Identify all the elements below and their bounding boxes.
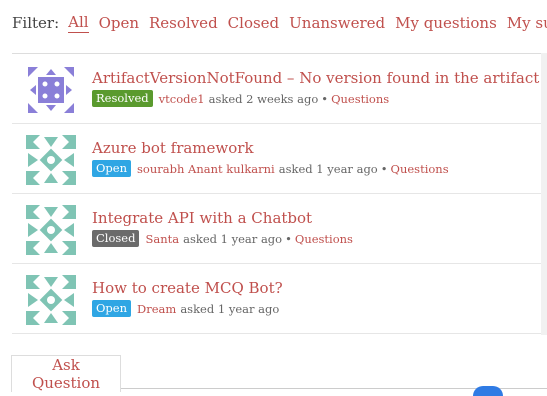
asked-time: asked 1 year ago [278, 161, 378, 176]
user-link[interactable]: sourabh Anant kulkarni [137, 162, 275, 176]
question-title-link[interactable]: How to create MCQ Bot? [92, 279, 547, 297]
status-badge: Closed [92, 230, 140, 247]
asked-time: asked 1 year ago [180, 301, 280, 316]
filter-label: Filter: [12, 14, 60, 32]
question-meta: Open sourabh Anant kulkarni asked 1 year… [92, 160, 547, 177]
question-list: ArtifactVersionNotFound – No version fou… [12, 53, 547, 335]
user-link[interactable]: Santa [145, 232, 179, 246]
asked-time: asked 2 weeks ago [208, 91, 319, 106]
filter-all[interactable]: All [68, 13, 89, 33]
asked-time: asked 1 year ago [183, 231, 283, 246]
filter-bar: Filter: All Open Resolved Closed Unanswe… [0, 0, 547, 46]
filter-closed[interactable]: Closed [228, 14, 279, 32]
meta-separator: • [321, 91, 329, 106]
question-row: Azure bot framework Open sourabh Anant k… [12, 124, 547, 194]
user-link[interactable]: Dream [137, 302, 176, 316]
question-title-link[interactable]: Integrate API with a Chatbot [92, 209, 547, 227]
question-row: Integrate API with a Chatbot Closed Sant… [12, 194, 547, 264]
meta-separator: • [285, 231, 292, 246]
ask-question-button[interactable]: Ask Question [11, 355, 121, 392]
teal-pattern-avatar-icon[interactable] [26, 135, 76, 185]
question-title-link[interactable]: ArtifactVersionNotFound – No version fou… [92, 69, 547, 87]
teal-pattern-avatar-icon[interactable] [26, 205, 76, 255]
user-link[interactable]: vtcode1 [159, 92, 205, 106]
question-meta: Open Dream asked 1 year ago [92, 300, 547, 317]
category-link[interactable]: Questions [391, 162, 449, 176]
filter-unanswered[interactable]: Unanswered [289, 14, 385, 32]
filter-my-subscribes[interactable]: My subscribes [507, 14, 547, 32]
filter-my-questions[interactable]: My questions [395, 14, 497, 32]
panel-edge [541, 53, 547, 335]
category-link[interactable]: Questions [331, 92, 389, 106]
question-body: How to create MCQ Bot? Open Dream asked … [92, 279, 547, 317]
status-badge: Open [92, 160, 132, 177]
question-body: Azure bot framework Open sourabh Anant k… [92, 139, 547, 177]
meta-separator: • [380, 161, 388, 176]
question-body: ArtifactVersionNotFound – No version fou… [92, 69, 547, 107]
question-row: How to create MCQ Bot? Open Dream asked … [12, 264, 547, 334]
status-badge: Resolved [92, 90, 153, 107]
question-title-link[interactable]: Azure bot framework [92, 139, 547, 157]
status-badge: Open [92, 300, 132, 317]
question-meta: Closed Santa asked 1 year ago • Question… [92, 230, 547, 247]
filter-open[interactable]: Open [99, 14, 139, 32]
chat-launcher-icon[interactable] [473, 386, 503, 396]
question-meta: Resolved vtcode1 asked 2 weeks ago • Que… [92, 90, 547, 107]
teal-pattern-avatar-icon[interactable] [26, 275, 76, 325]
question-body: Integrate API with a Chatbot Closed Sant… [92, 209, 547, 247]
filter-resolved[interactable]: Resolved [149, 14, 218, 32]
category-link[interactable]: Questions [295, 232, 353, 246]
purple-dice-avatar-icon[interactable] [26, 65, 76, 115]
question-row: ArtifactVersionNotFound – No version fou… [12, 54, 547, 124]
